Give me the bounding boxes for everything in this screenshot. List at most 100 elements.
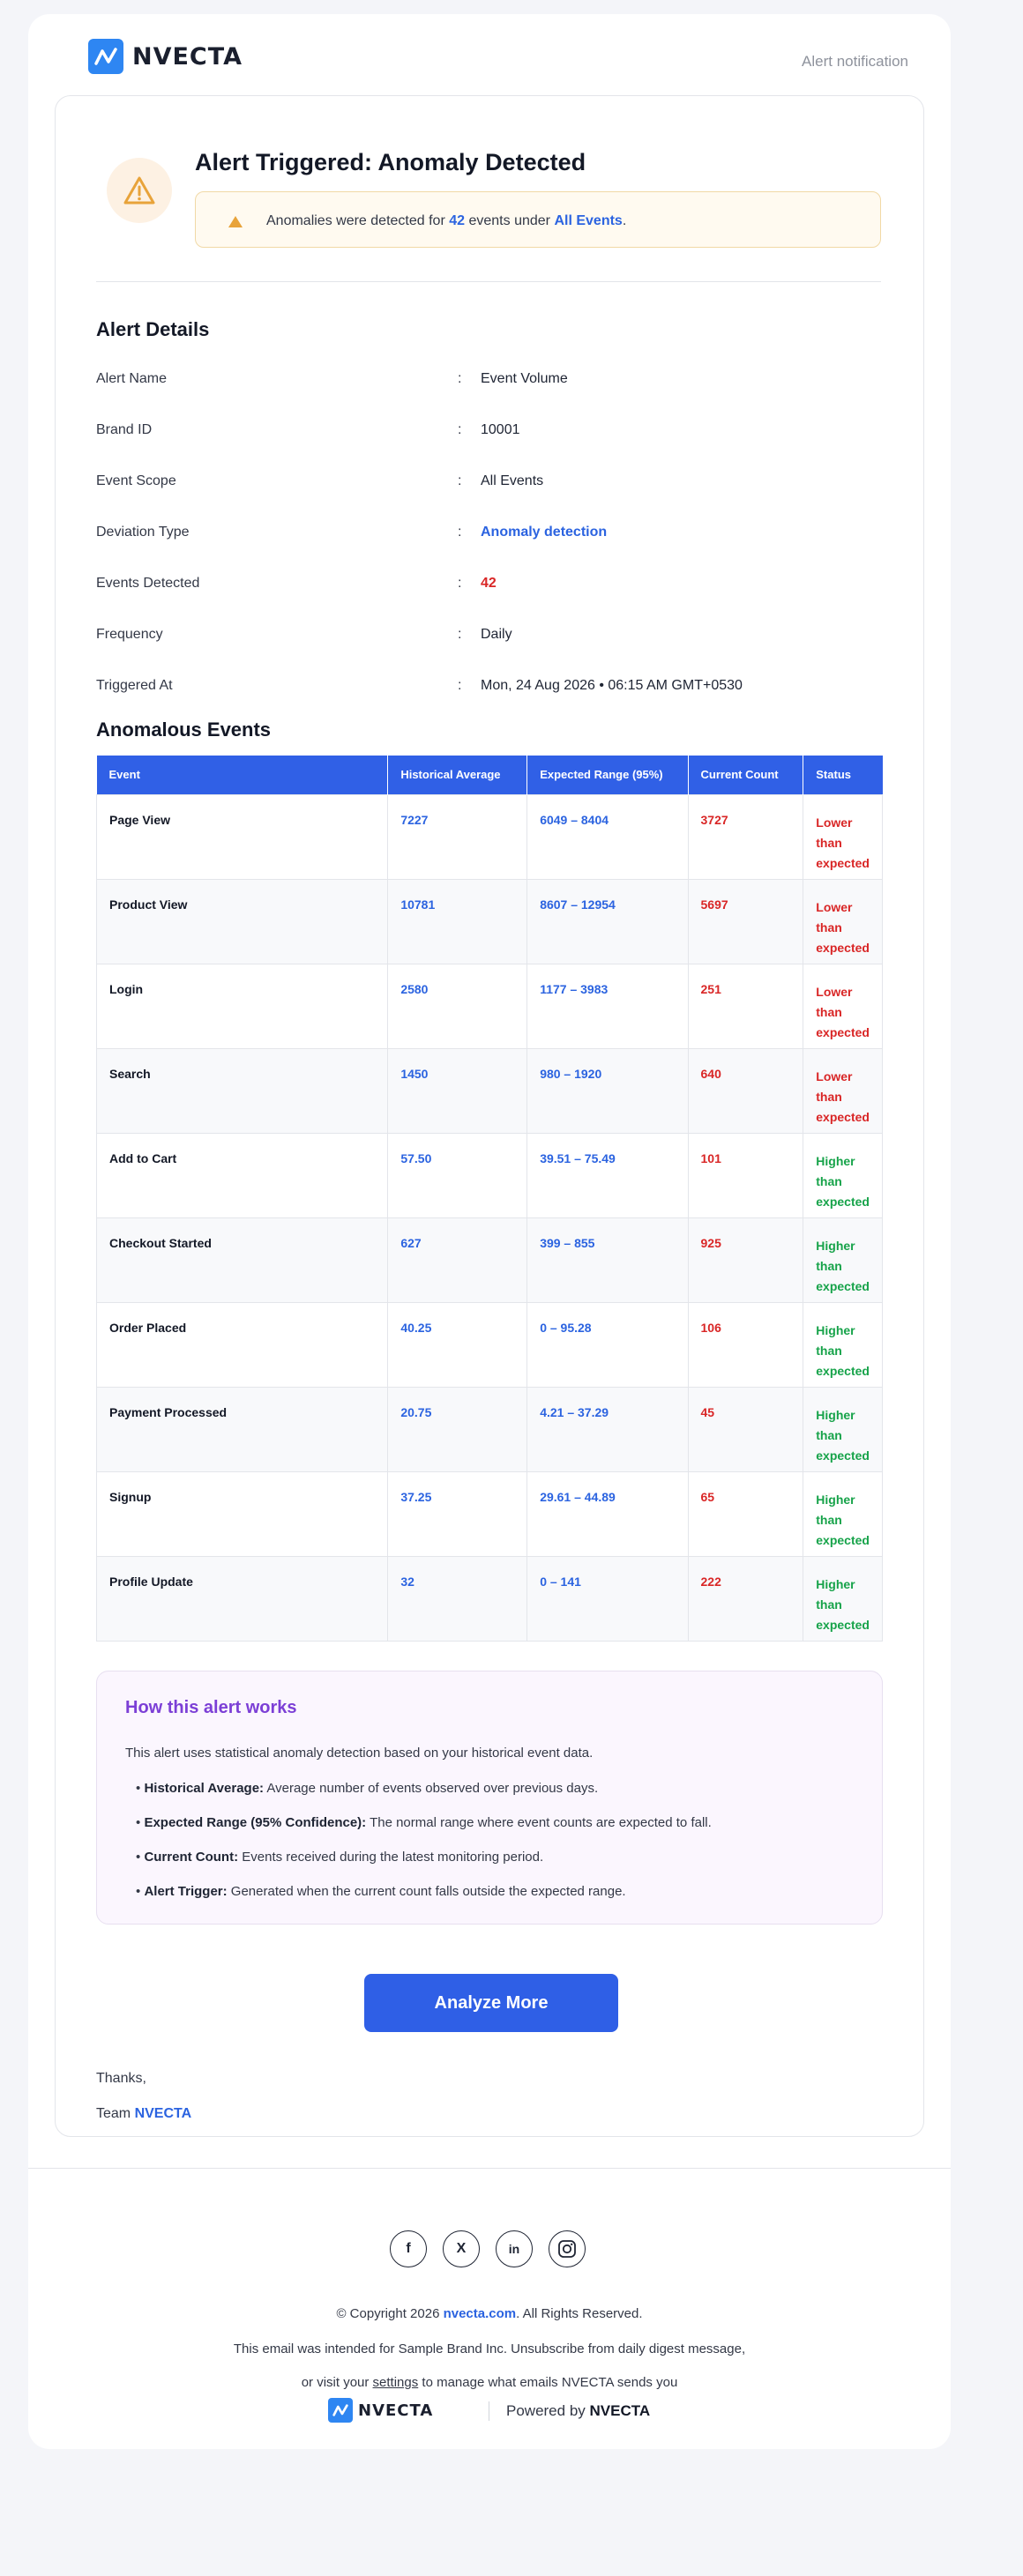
how-item: • Current Count: Events received during … <box>136 1850 543 1865</box>
how-item-term: Expected Range (95% Confidence): <box>144 1815 367 1830</box>
detail-label: Alert Name <box>96 371 168 386</box>
how-item-term: Current Count: <box>144 1850 239 1865</box>
banner-middle: events under <box>468 213 550 228</box>
instagram-icon[interactable] <box>549 2230 586 2267</box>
nvecta-logo-icon <box>88 39 123 74</box>
column-header: Expected Range (95%) <box>526 756 689 794</box>
table-row: Add to Cart 57.50 39.51 – 75.49 101 High… <box>95 1132 883 1218</box>
average-cell: 57.50 <box>387 1132 528 1218</box>
nvecta-logo-icon <box>328 2398 353 2423</box>
status-cell: Higher than expected <box>803 1470 883 1557</box>
footer-logo-text: NVECTA <box>358 2401 434 2420</box>
range-cell: 8607 – 12954 <box>526 878 689 964</box>
how-item: • Expected Range (95% Confidence): The n… <box>136 1815 712 1830</box>
anomalous-events-table: Event Historical Average Expected Range … <box>95 756 883 1642</box>
count-cell: 101 <box>687 1132 804 1218</box>
detail-colon: : <box>458 678 462 693</box>
bullet-icon: • <box>136 1850 141 1865</box>
average-cell: 32 <box>387 1555 528 1642</box>
banner-count: 42 <box>449 213 466 228</box>
detail-colon: : <box>458 422 462 437</box>
average-cell: 7227 <box>387 793 528 880</box>
detail-row-triggered-at: Triggered At : Mon, 24 Aug 2026 • 06:15 … <box>96 678 881 699</box>
average-cell: 20.75 <box>387 1386 528 1472</box>
detail-value: Event Volume <box>481 371 568 386</box>
bullet-icon: • <box>136 1815 141 1830</box>
table-row: Payment Processed 20.75 4.21 – 37.29 45 … <box>95 1386 883 1472</box>
x-icon[interactable]: X <box>443 2230 480 2267</box>
how-item-desc: Generated when the current count falls o… <box>230 1884 626 1899</box>
range-cell: 6049 – 8404 <box>526 793 689 880</box>
how-item: • Alert Trigger: Generated when the curr… <box>136 1884 626 1899</box>
bullet-icon: • <box>136 1781 141 1796</box>
table-row: Order Placed 40.25 0 – 95.28 106 Higher … <box>95 1301 883 1388</box>
powered-brand: NVECTA <box>589 2402 651 2419</box>
range-cell: 399 – 855 <box>526 1217 689 1303</box>
detail-value: 10001 <box>481 422 520 437</box>
linkedin-icon[interactable]: in <box>496 2230 533 2267</box>
settings-link[interactable]: settings <box>373 2375 419 2390</box>
header-note: Alert notification <box>802 53 908 70</box>
count-cell: 65 <box>687 1470 804 1557</box>
column-header: Status <box>803 756 883 794</box>
table-row: Page View 7227 6049 – 8404 3727 Lower th… <box>95 793 883 880</box>
detail-label: Events Detected <box>96 576 200 591</box>
detail-colon: : <box>458 627 462 642</box>
status-cell: Higher than expected <box>803 1386 883 1472</box>
average-cell: 2580 <box>387 963 528 1049</box>
team-signature: Team NVECTA <box>96 2106 191 2122</box>
column-header: Historical Average <box>387 756 528 794</box>
nvecta-logo[interactable]: NVECTA <box>88 39 243 74</box>
event-cell: Profile Update <box>95 1555 389 1642</box>
how-item-desc: Events received during the latest monito… <box>242 1850 544 1865</box>
website-link[interactable]: nvecta.com <box>444 2306 517 2321</box>
detail-row-frequency: Frequency : Daily <box>96 627 881 648</box>
how-item-desc: Average number of events observed over p… <box>266 1781 599 1796</box>
manage-text: or visit your settings to manage what em… <box>28 2375 951 2390</box>
range-cell: 0 – 95.28 <box>526 1301 689 1388</box>
detail-row-brand-id: Brand ID : 10001 <box>96 422 881 443</box>
detail-value: 42 <box>481 576 497 591</box>
banner-scope: All Events <box>554 213 623 228</box>
team-name-link[interactable]: NVECTA <box>135 2106 192 2121</box>
alert-card: Alert Triggered: Anomaly Detected Anomal… <box>55 95 924 2137</box>
divider <box>96 281 881 282</box>
range-cell: 29.61 – 44.89 <box>526 1470 689 1557</box>
average-cell: 627 <box>387 1217 528 1303</box>
event-cell: Search <box>95 1047 389 1134</box>
count-cell: 251 <box>687 963 804 1049</box>
email-header: NVECTA Alert notification <box>28 14 951 95</box>
detail-label: Event Scope <box>96 473 176 488</box>
detail-row-event-scope: Event Scope : All Events <box>96 473 881 495</box>
thanks-text: Thanks, <box>96 2071 146 2086</box>
footer-divider <box>28 2168 951 2169</box>
table-row: Signup 37.25 29.61 – 44.89 65 Higher tha… <box>95 1470 883 1557</box>
table-row: Login 2580 1177 – 3983 251 Lower than ex… <box>95 963 883 1049</box>
count-cell: 640 <box>687 1047 804 1134</box>
count-cell: 45 <box>687 1386 804 1472</box>
banner-warning-icon <box>228 216 243 227</box>
status-cell: Higher than expected <box>803 1555 883 1642</box>
detail-row-events-detected: Events Detected : 42 <box>96 576 881 597</box>
detail-value: Mon, 24 Aug 2026 • 06:15 AM GMT+0530 <box>481 678 743 693</box>
table-header-row: Event Historical Average Expected Range … <box>96 756 883 794</box>
detail-value: Daily <box>481 627 512 642</box>
status-cell: Lower than expected <box>803 793 883 880</box>
copyright-prefix: © Copyright 2026 <box>336 2306 440 2321</box>
detail-value: All Events <box>481 473 544 488</box>
status-cell: Lower than expected <box>803 878 883 964</box>
analyze-more-button[interactable]: Analyze More <box>364 1974 618 2032</box>
event-cell: Payment Processed <box>95 1386 389 1472</box>
column-header: Current Count <box>688 756 804 794</box>
footer-logo[interactable]: NVECTA <box>328 2398 433 2423</box>
count-cell: 222 <box>687 1555 804 1642</box>
count-cell: 925 <box>687 1217 804 1303</box>
alert-title: Alert Triggered: Anomaly Detected <box>195 149 586 175</box>
facebook-icon[interactable]: f <box>390 2230 427 2267</box>
team-prefix: Team <box>96 2106 131 2121</box>
detail-colon: : <box>458 525 462 540</box>
warning-badge <box>107 158 172 223</box>
detail-label: Deviation Type <box>96 525 190 540</box>
copyright-suffix: . All Rights Reserved. <box>516 2306 643 2321</box>
manage-suffix: to manage what emails NVECTA sends you <box>422 2375 678 2390</box>
